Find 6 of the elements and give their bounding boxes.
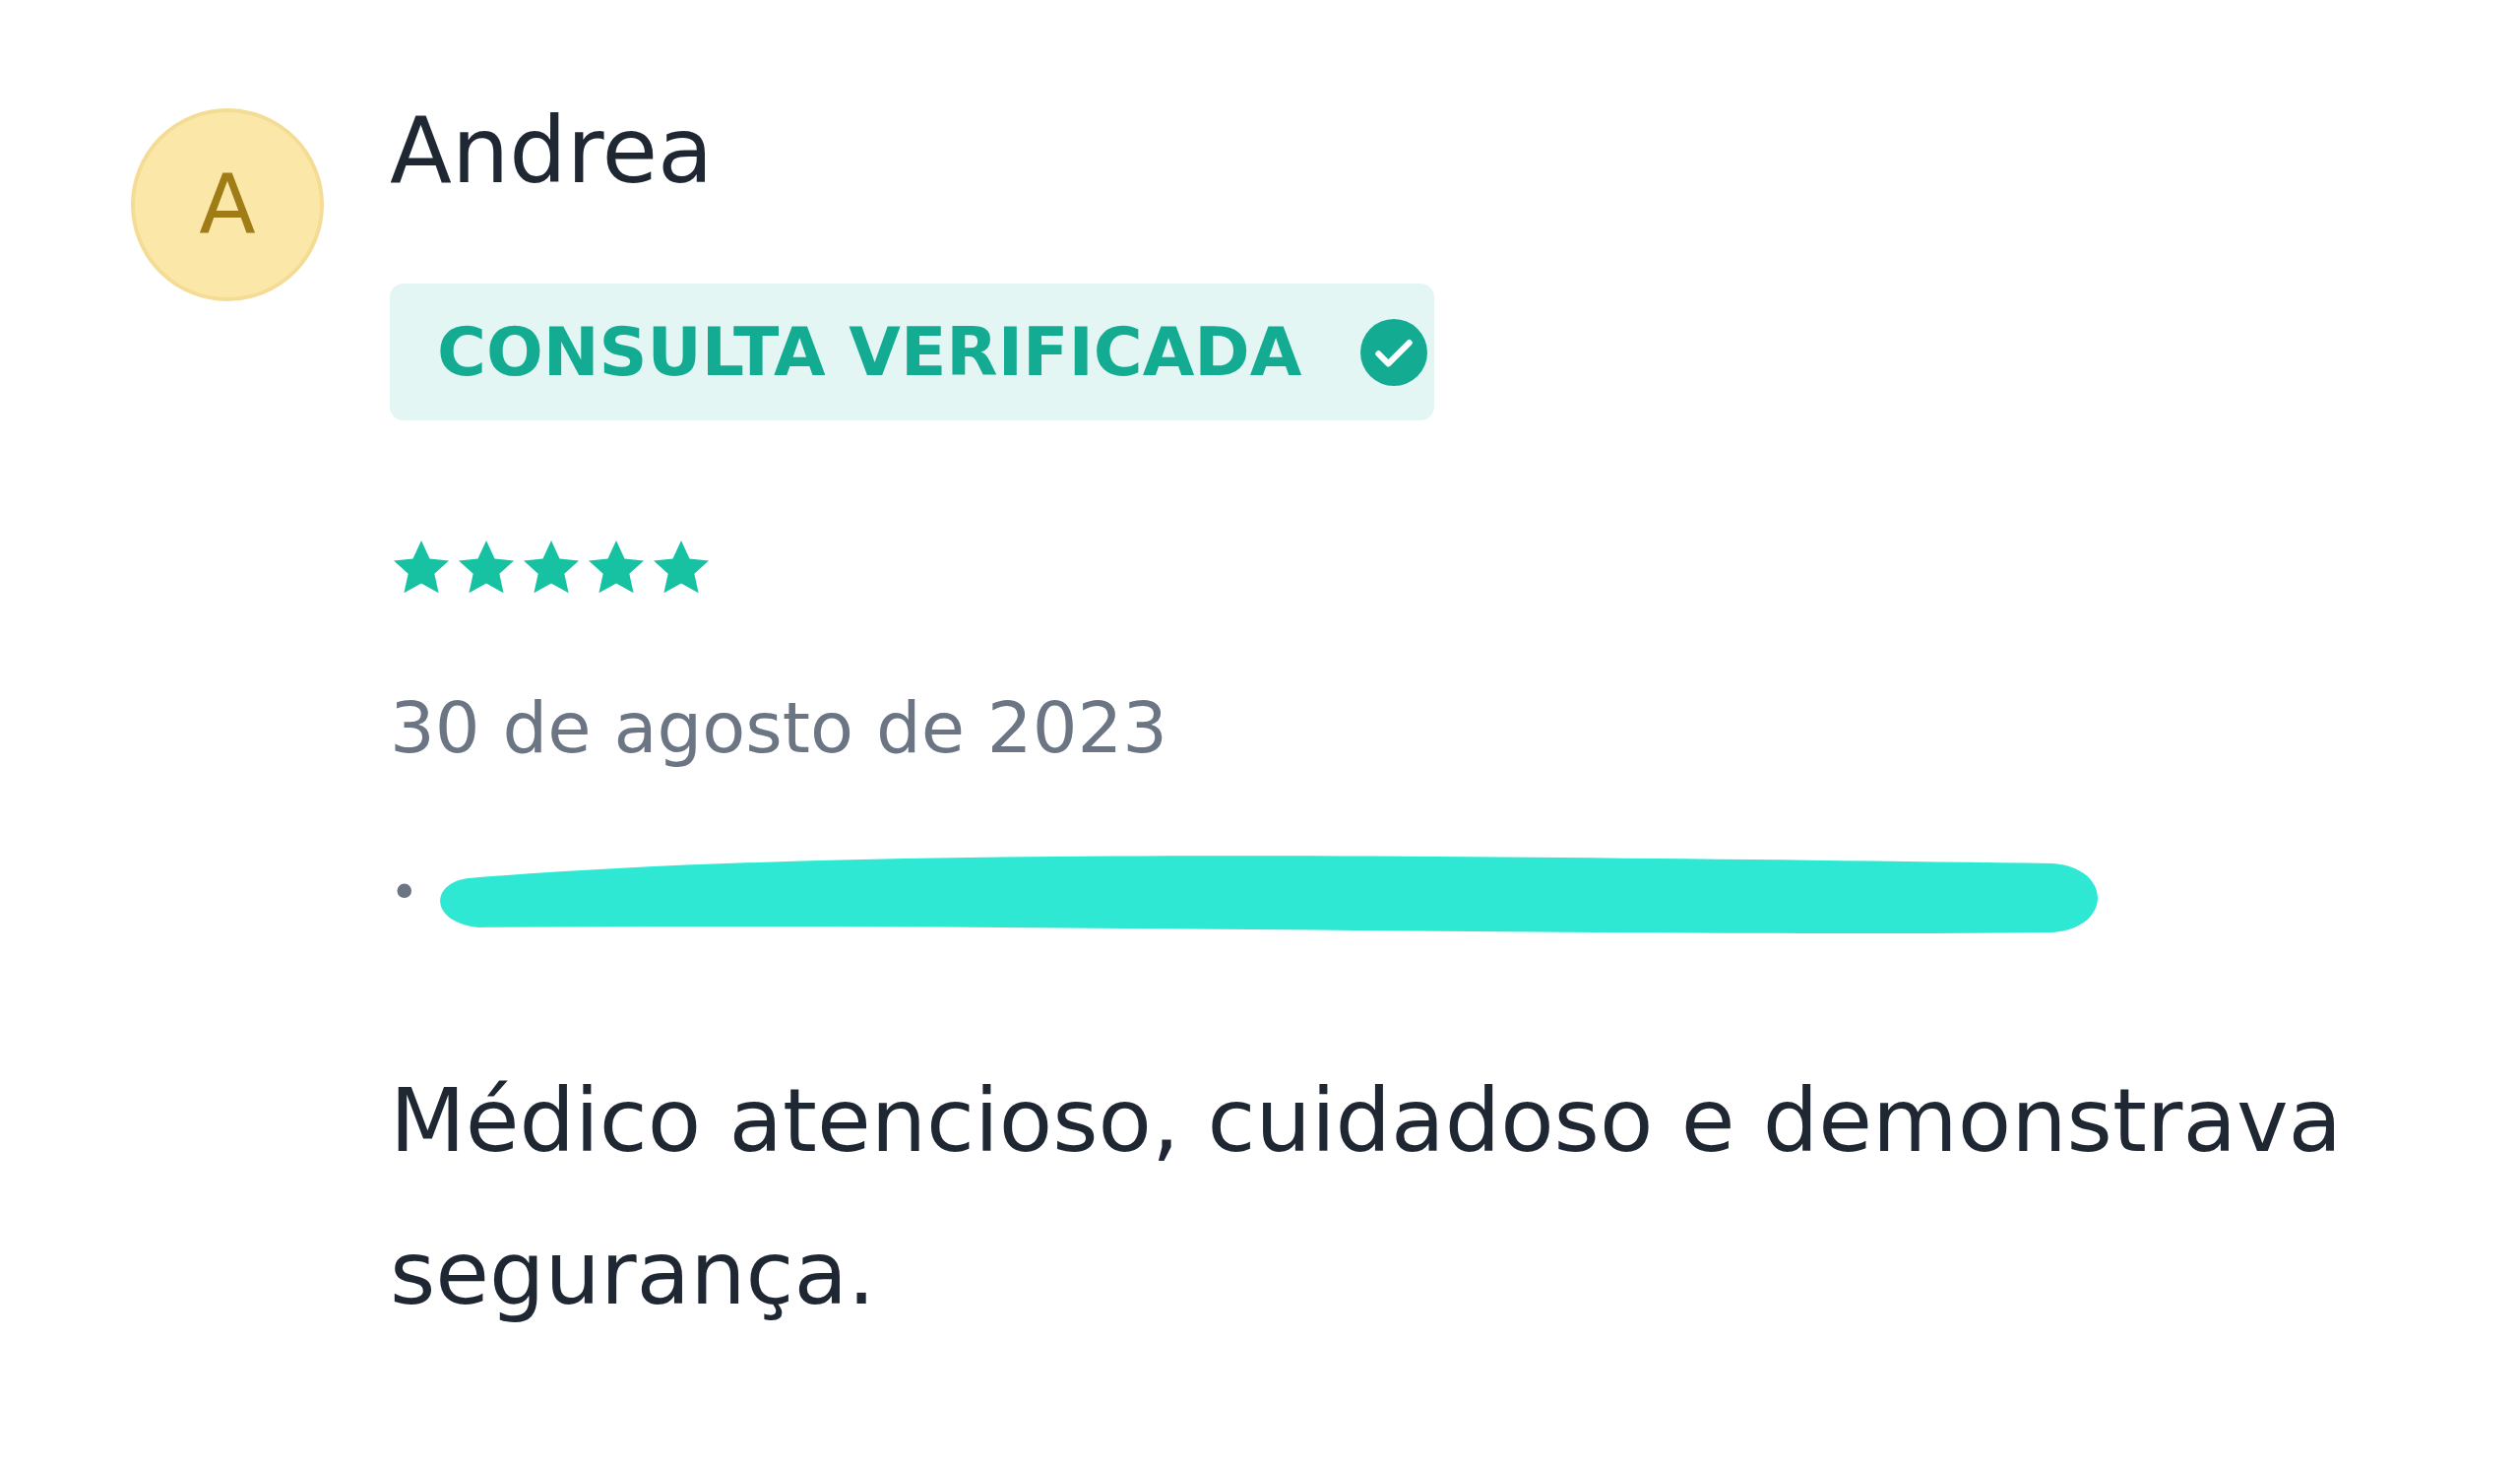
avatar: A — [131, 108, 324, 301]
badge-label: CONSULTA VERIFICADA — [437, 313, 1302, 391]
review-date: 30 de agosto de 2023 — [390, 686, 1168, 769]
bullet: • — [390, 863, 419, 921]
review-text: Médico atencioso, cuidadoso e demonstrava segurança. — [390, 1068, 2344, 1326]
reviewer-name: Andrea — [390, 106, 714, 197]
